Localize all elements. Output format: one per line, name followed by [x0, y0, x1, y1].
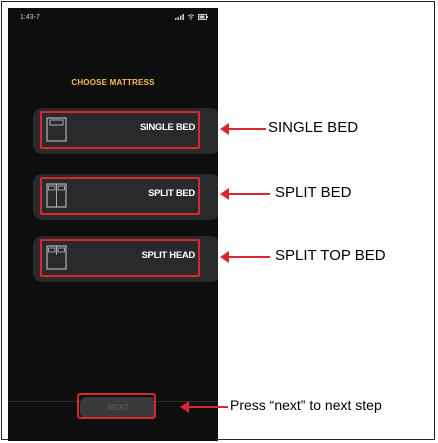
arrow-left-icon — [220, 123, 266, 135]
callout-next: Press “next” to next step — [230, 397, 382, 413]
arrow-left-icon — [220, 251, 270, 263]
status-time: 1:43-7 — [20, 14, 40, 21]
status-icons — [175, 14, 208, 22]
phone-screen: 1:43-7 CHOOSE MATTRESS SINGLE BED SPLIT … — [8, 8, 218, 441]
wifi-icon — [187, 14, 195, 22]
option-split-head[interactable]: SPLIT HEAD — [33, 236, 218, 282]
option-label: SPLIT BED — [148, 188, 195, 199]
arrow-left-icon — [220, 188, 270, 200]
arrow-left-icon — [180, 401, 228, 413]
option-single-bed[interactable]: SINGLE BED — [33, 108, 218, 154]
option-label: SINGLE BED — [139, 122, 195, 133]
option-label: SPLIT HEAD — [141, 250, 196, 261]
split-bed-icon — [45, 182, 68, 209]
callout-split-top-bed: SPLIT TOP BED — [275, 247, 386, 264]
option-split-bed[interactable]: SPLIT BED — [33, 174, 218, 220]
callout-split-bed: SPLIT BED — [275, 184, 352, 201]
signal-icon — [175, 14, 184, 22]
single-bed-icon — [45, 116, 68, 143]
battery-icon — [198, 14, 208, 22]
split-head-bed-icon — [45, 244, 68, 271]
next-highlight-box — [77, 393, 156, 419]
screen-title: CHOOSE MATTRESS — [71, 78, 155, 87]
callout-single-bed: SINGLE BED — [268, 119, 359, 136]
